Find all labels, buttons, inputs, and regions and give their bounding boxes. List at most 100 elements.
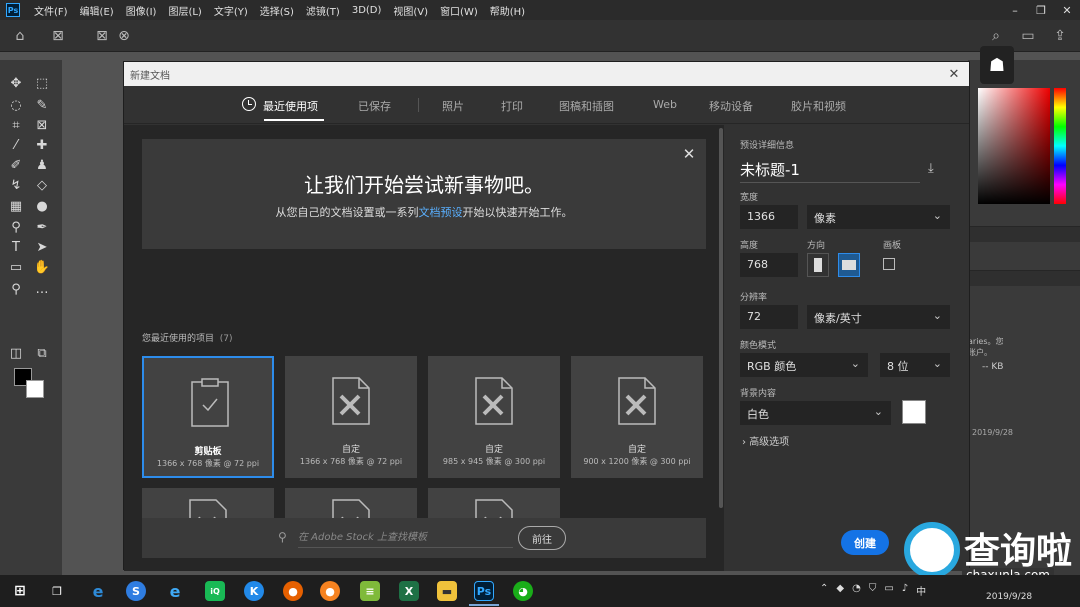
dodge-tool-icon[interactable]: ⚲ (6, 218, 26, 236)
preset-card[interactable] (428, 488, 560, 518)
background-color-swatch[interactable] (26, 380, 44, 398)
create-button[interactable]: 创建 (841, 530, 889, 555)
document-name-field[interactable]: 未标题-1 (740, 159, 920, 183)
advanced-options-toggle[interactable]: › 高级选项 (742, 433, 789, 448)
quick-select-tool-icon[interactable]: ✎ (32, 96, 52, 114)
gradient-tool-icon[interactable]: ▦ (6, 197, 26, 215)
document-presets-link[interactable]: 文档预设 (419, 206, 463, 219)
tray-expand-icon[interactable]: ⌃ (820, 583, 828, 598)
tab-art-illustration[interactable]: 图稿和插图 (559, 98, 614, 114)
artboard-checkbox[interactable] (883, 258, 895, 270)
welcome-close-icon[interactable]: ✕ (680, 145, 698, 163)
frame-rect-icon[interactable]: ⊠ (92, 26, 112, 46)
save-preset-icon[interactable]: ⤓ (928, 161, 946, 177)
file-explorer-icon[interactable]: ▬ (437, 581, 457, 601)
close-icon[interactable]: ✕ (1054, 0, 1080, 20)
quick-mask-icon[interactable]: ◫ (6, 344, 26, 362)
tray-volume-icon[interactable]: ♪ (902, 583, 908, 598)
firefox-icon[interactable]: ● (283, 581, 303, 601)
menu-file[interactable]: 文件(F) (34, 3, 68, 18)
tab-mobile[interactable]: 移动设备 (709, 98, 753, 114)
background-color-swatch[interactable] (902, 400, 926, 424)
ime-indicator[interactable]: 中 (916, 583, 926, 598)
tab-web[interactable]: Web (653, 98, 677, 111)
frame-tool-icon[interactable]: ⊠ (48, 26, 68, 46)
tab-print[interactable]: 打印 (501, 98, 523, 114)
dialog-close-icon[interactable]: ✕ (945, 65, 963, 83)
width-input[interactable]: 1366 (740, 205, 798, 229)
zoom-tool-icon[interactable]: ⚲ (6, 280, 26, 298)
color-picker-field[interactable] (978, 88, 1050, 204)
minimize-icon[interactable]: – (1002, 0, 1028, 20)
preset-card-clipboard[interactable]: 剪贴板 1366 x 768 像素 @ 72 ppi (142, 356, 274, 478)
frame-ellipse-icon[interactable]: ⊗ (114, 26, 134, 46)
menu-type[interactable]: 文字(Y) (214, 3, 248, 18)
iqiyi-icon[interactable]: iQ (205, 581, 225, 601)
preset-card-custom[interactable]: 自定 985 x 945 像素 @ 300 ppi (428, 356, 560, 478)
height-input[interactable]: 768 (740, 253, 798, 277)
user-avatar-icon[interactable]: ☗ (980, 46, 1014, 84)
notepad-icon[interactable]: ≡ (360, 581, 380, 601)
edge-browser-icon[interactable]: e (88, 581, 108, 601)
taskbar-date[interactable]: 2019/9/28 (986, 592, 1032, 602)
width-unit-select[interactable]: 像素 ⌄ (807, 205, 950, 229)
menu-view[interactable]: 视图(V) (393, 3, 428, 18)
portrait-orientation-button[interactable] (807, 253, 829, 277)
background-select[interactable]: 白色 ⌄ (740, 401, 891, 425)
blur-tool-icon[interactable]: ● (32, 197, 52, 215)
wechat-icon[interactable]: ◕ (513, 581, 533, 601)
tray-battery-icon[interactable]: ▭ (884, 583, 893, 598)
tray-network-icon[interactable]: ◔ (852, 583, 861, 598)
kugou-icon[interactable]: K (244, 581, 264, 601)
preset-card[interactable] (285, 488, 417, 518)
eyedropper-tool-icon[interactable]: ⁄ (6, 136, 26, 154)
presets-scrollbar[interactable] (719, 128, 723, 508)
screen-mode-icon[interactable]: ⧉ (32, 344, 52, 362)
eraser-tool-icon[interactable]: ◇ (32, 176, 52, 194)
app-icon[interactable]: ● (320, 581, 340, 601)
tray-shield-icon[interactable]: ⛉ (869, 583, 877, 598)
hue-slider[interactable] (1054, 88, 1066, 204)
bit-depth-select[interactable]: 8 位 ⌄ (880, 353, 950, 377)
menu-layer[interactable]: 图层(L) (168, 3, 201, 18)
task-view-icon[interactable]: ❐ (47, 581, 67, 601)
stock-search-input[interactable] (298, 528, 513, 548)
type-tool-icon[interactable]: T (6, 238, 26, 256)
menu-window[interactable]: 窗口(W) (440, 3, 478, 18)
pen-tool-icon[interactable]: ✒ (32, 218, 52, 236)
home-icon[interactable]: ⌂ (10, 26, 30, 46)
lasso-tool-icon[interactable]: ◌ (6, 96, 26, 114)
workspace-icon[interactable]: ▭ (1018, 26, 1038, 46)
menu-image[interactable]: 图像(I) (126, 3, 157, 18)
resolution-input[interactable]: 72 (740, 305, 798, 329)
menu-help[interactable]: 帮助(H) (490, 3, 525, 18)
menu-edit[interactable]: 编辑(E) (80, 3, 114, 18)
stamp-tool-icon[interactable]: ♟ (32, 156, 52, 174)
tray-app-icon[interactable]: ◆ (836, 583, 844, 598)
windows-start-icon[interactable]: ⊞ (10, 581, 30, 601)
menu-select[interactable]: 选择(S) (260, 3, 294, 18)
more-tools-icon[interactable]: … (32, 280, 52, 298)
history-brush-tool-icon[interactable]: ↯ (6, 176, 26, 194)
hand-tool-icon[interactable]: ✋ (32, 258, 52, 276)
excel-icon[interactable]: X (399, 581, 419, 601)
preset-card[interactable] (142, 488, 274, 518)
share-icon[interactable]: ⇪ (1050, 26, 1070, 46)
menu-filter[interactable]: 滤镜(T) (306, 3, 340, 18)
marquee-tool-icon[interactable]: ⬚ (32, 74, 52, 92)
brush-tool-icon[interactable]: ✐ (6, 156, 26, 174)
crop-tool-icon[interactable]: ⌗ (6, 116, 26, 134)
shape-tool-icon[interactable]: ▭ (6, 258, 26, 276)
sogou-icon[interactable]: S (126, 581, 146, 601)
tab-film-video[interactable]: 胶片和视频 (791, 98, 846, 114)
ie-browser-icon[interactable]: e (165, 581, 185, 601)
tab-photo[interactable]: 照片 (442, 98, 464, 114)
color-mode-select[interactable]: RGB 颜色 ⌄ (740, 353, 868, 377)
search-icon[interactable]: ⌕ (986, 26, 1006, 46)
restore-icon[interactable]: ❐ (1028, 0, 1054, 20)
stock-go-button[interactable]: 前往 (518, 526, 566, 550)
preset-card-custom[interactable]: 自定 900 x 1200 像素 @ 300 ppi (571, 356, 703, 478)
frame-tool-icon[interactable]: ⊠ (32, 116, 52, 134)
healing-tool-icon[interactable]: ✚ (32, 136, 52, 154)
tab-saved[interactable]: 已保存 (358, 98, 391, 114)
